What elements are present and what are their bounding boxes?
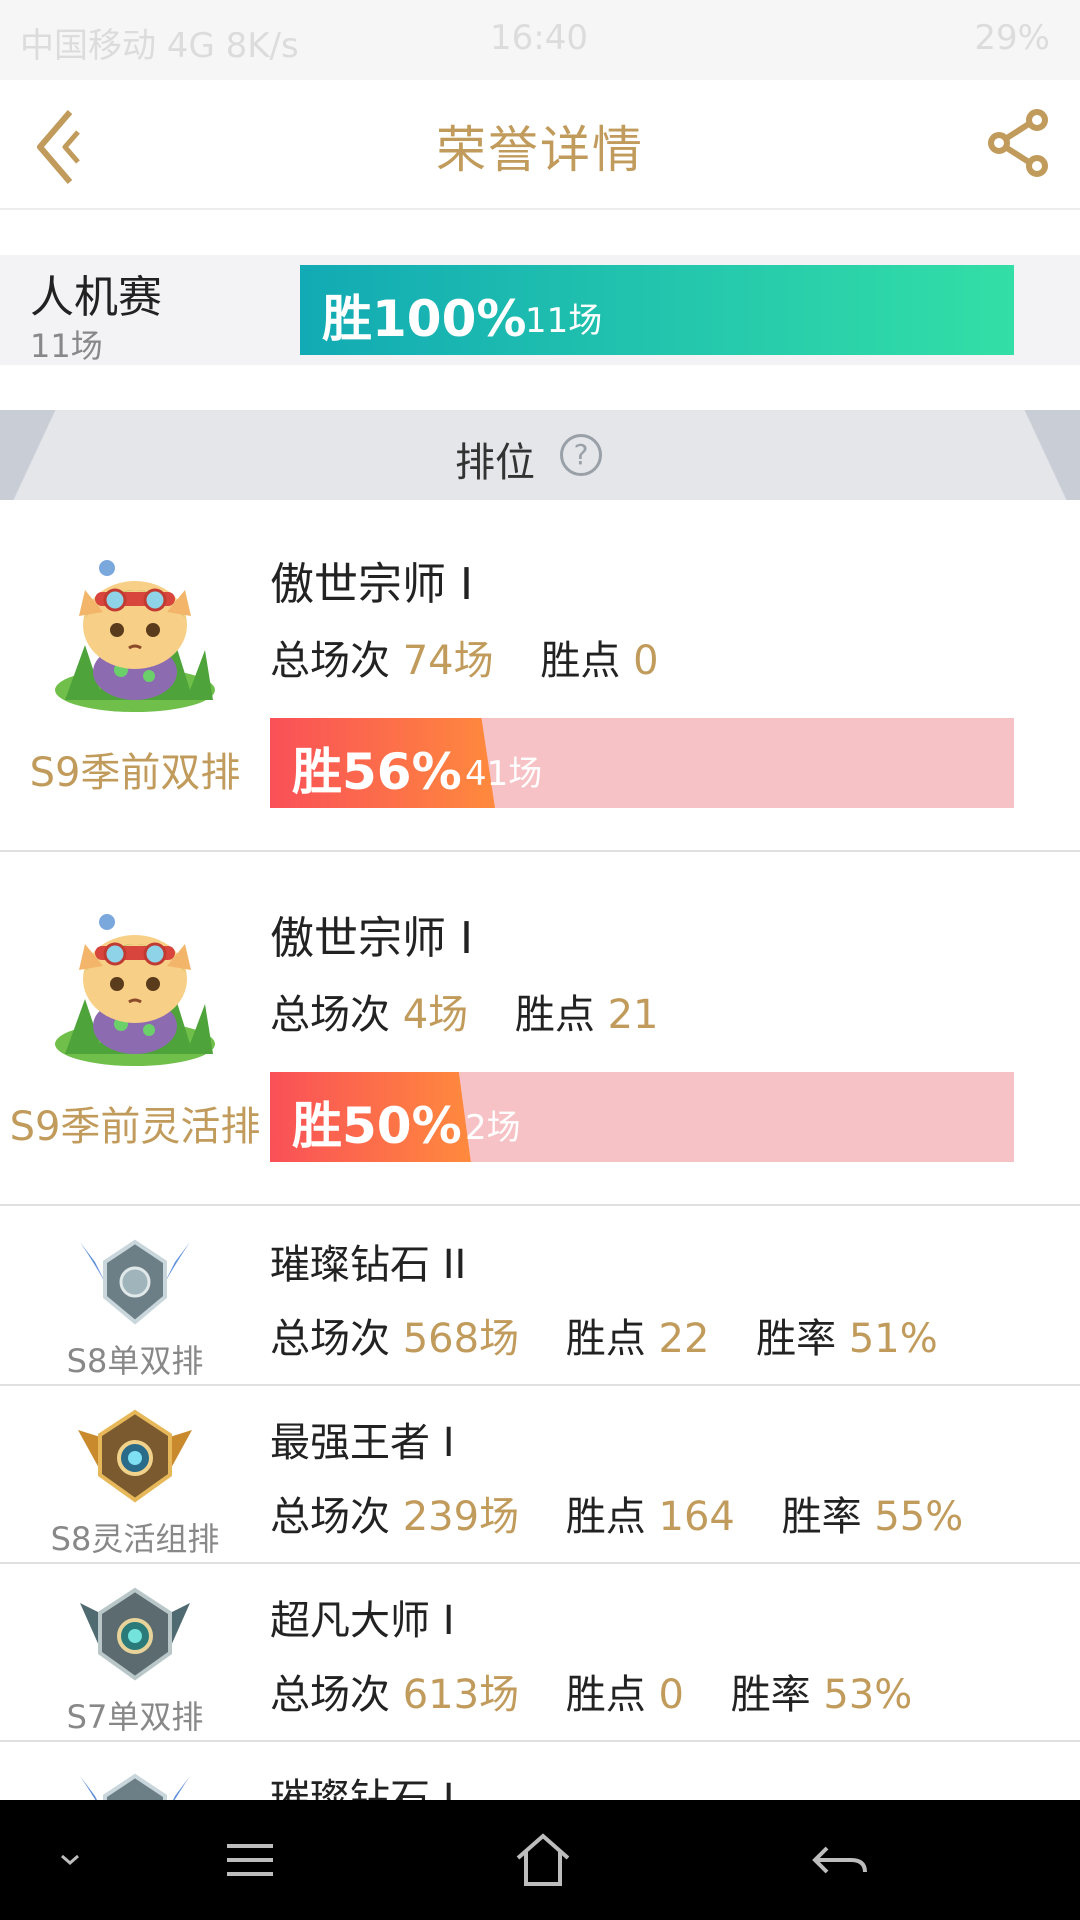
honor-detail-page: 中国移动 4G 8K/s 16:40 29% 荣誉详情 人机赛 11场 胜100…: [0, 0, 1080, 1920]
total-games-label: 总场次: [270, 1672, 390, 1718]
ai-match-name: 人机赛: [30, 272, 162, 323]
win-rate-label: 胜56%: [292, 743, 462, 801]
ranked-entry-big[interactable]: S9季前双排 傲世宗师 I 总场次 74场 胜点 0 胜56% 41场: [0, 500, 1080, 852]
ai-win-rate-label: 胜100%: [322, 290, 527, 348]
total-games-label: 总场次: [270, 1494, 390, 1540]
chevron-down-icon: [61, 1854, 79, 1865]
ranked-entry-small[interactable]: 璀璨钻石 I: [0, 1742, 1080, 1859]
total-games-value: 4场: [402, 992, 469, 1038]
ranked-section-header: 排位 ?: [0, 410, 1080, 500]
win-rate-label: 胜率: [781, 1494, 862, 1540]
season-label: S8单双排: [66, 1342, 204, 1380]
season-label: S9季前灵活排: [9, 1104, 261, 1150]
menu-icon: [227, 1844, 273, 1876]
total-games-label: 总场次: [270, 992, 390, 1038]
points-value: 21: [607, 992, 659, 1038]
header-right-decoration: [985, 410, 1080, 500]
points-value: 22: [658, 1316, 710, 1362]
points-value: 0: [658, 1672, 684, 1718]
battery-text: 29%: [974, 18, 1050, 58]
total-games-label: 总场次: [270, 1316, 390, 1362]
ai-match-row: 人机赛 11场 胜100% 11场: [0, 255, 1080, 365]
ranked-entry-small[interactable]: S8灵活组排 最强王者 I 总场次 239场 胜点 164 胜率 55%: [0, 1386, 1080, 1564]
points-value: 0: [633, 638, 659, 684]
stats-line: 总场次 568场 胜点 22 胜率 51%: [270, 1306, 938, 1364]
help-icon[interactable]: ?: [560, 434, 602, 476]
teemo-avatar-icon: [55, 914, 215, 1066]
win-rate-bar: 胜56% 41场: [270, 718, 1014, 808]
win-rate-bar: 胜50% 2场: [270, 1072, 1014, 1162]
stats-line: 总场次 74场 胜点 0: [270, 628, 659, 686]
total-games-value: 568场: [402, 1316, 520, 1362]
hide-nav-button[interactable]: [35, 1828, 105, 1892]
total-games-value: 613场: [402, 1672, 520, 1718]
challenger-tier-emblem-icon: [78, 1409, 192, 1503]
tier-name: 最强王者 I: [270, 1420, 455, 1466]
tier-name: 傲世宗师 I: [270, 913, 473, 964]
share-button[interactable]: [985, 108, 1055, 178]
share-icon: [988, 109, 1048, 177]
carrier-network-text: 中国移动 4G 8K/s: [20, 26, 299, 66]
total-games-label: 总场次: [270, 638, 390, 684]
stats-line: 总场次 239场 胜点 164 胜率 55%: [270, 1484, 963, 1542]
points-value: 164: [658, 1494, 735, 1540]
games-count-label: 41场: [465, 754, 543, 794]
win-rate-value: 51%: [848, 1316, 938, 1362]
ranked-entry-big[interactable]: S9季前灵活排 傲世宗师 I 总场次 4场 胜点 21 胜50% 2场: [0, 854, 1080, 1206]
stats-line: 总场次 4场 胜点 21: [270, 982, 659, 1040]
back-arrow-icon: [812, 1846, 867, 1874]
system-navigation-bar: [0, 1800, 1080, 1920]
win-rate-value: 55%: [874, 1494, 964, 1540]
season-label: S7单双排: [66, 1698, 204, 1736]
teemo-avatar-icon: [55, 560, 215, 712]
tier-name: 傲世宗师 I: [270, 559, 473, 610]
menu-button[interactable]: [215, 1828, 285, 1892]
clock: 16:40: [490, 18, 588, 58]
master-tier-emblem-icon: [80, 1587, 190, 1681]
ai-games-label: 11场: [525, 301, 603, 341]
win-rate-label: 胜50%: [292, 1097, 462, 1155]
total-games-value: 74场: [402, 638, 494, 684]
tier-name: 超凡大师 I: [270, 1598, 455, 1644]
points-label: 胜点: [540, 638, 621, 684]
stats-line: 总场次 613场 胜点 0 胜率 53%: [270, 1662, 912, 1720]
header-left-decoration: [0, 410, 95, 500]
ranked-section-title: 排位: [455, 440, 535, 486]
games-count-label: 2场: [465, 1108, 521, 1148]
home-icon: [516, 1833, 570, 1886]
top-header: 荣誉详情: [0, 80, 1080, 210]
ai-match-count: 11场: [30, 327, 103, 365]
season-label: S9季前双排: [29, 750, 241, 796]
total-games-value: 239场: [402, 1494, 520, 1540]
back-nav-button[interactable]: [805, 1828, 875, 1892]
points-label: 胜点: [565, 1494, 646, 1540]
points-label: 胜点: [565, 1672, 646, 1718]
points-label: 胜点: [514, 992, 595, 1038]
diamond-tier-emblem-icon: [80, 1232, 190, 1325]
page-title: 荣誉详情: [436, 121, 644, 179]
home-button[interactable]: [508, 1828, 578, 1892]
win-rate-value: 53%: [823, 1672, 913, 1718]
tier-name: 璀璨钻石 II: [270, 1242, 467, 1288]
ranked-entry-small[interactable]: S8单双排 璀璨钻石 II 总场次 568场 胜点 22 胜率 51%: [0, 1208, 1080, 1386]
win-rate-label: 胜率: [756, 1316, 837, 1362]
ai-win-rate-bar: 胜100% 11场: [300, 265, 1014, 355]
win-rate-label: 胜率: [730, 1672, 811, 1718]
status-bar: 中国移动 4G 8K/s 16:40 29%: [0, 0, 1080, 80]
points-label: 胜点: [565, 1316, 646, 1362]
season-label: S8灵活组排: [50, 1520, 220, 1558]
ranked-entry-small[interactable]: S7单双排 超凡大师 I 总场次 613场 胜点 0 胜率 53%: [0, 1564, 1080, 1742]
